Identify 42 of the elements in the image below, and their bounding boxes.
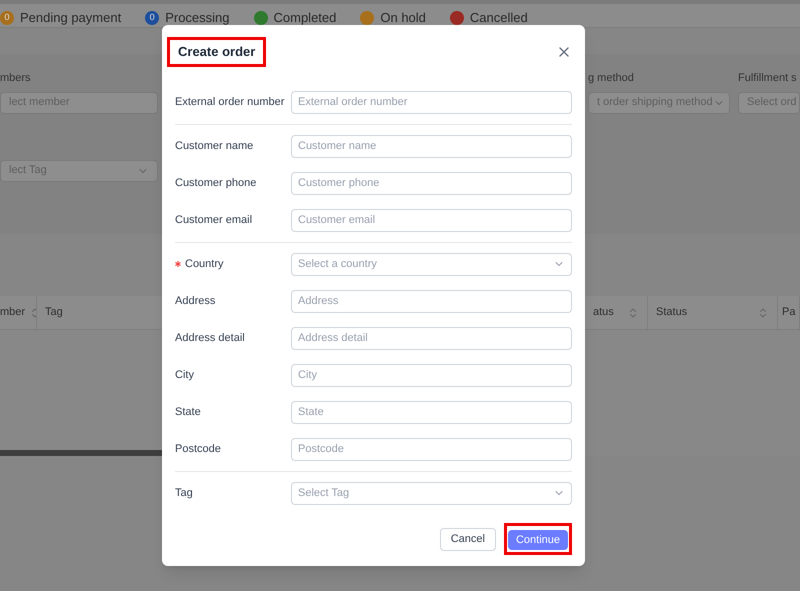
sort-icon[interactable]: [757, 306, 769, 318]
field-label: Address: [175, 294, 216, 309]
column-header: mber: [0, 305, 26, 320]
column-header: Status: [656, 305, 688, 320]
select-field[interactable]: Select Tag: [291, 482, 572, 504]
field-label: Customer name: [175, 138, 254, 154]
continue-button[interactable]: Continue: [508, 530, 568, 550]
input-field[interactable]: Customer email: [291, 208, 572, 232]
field-label: State: [175, 404, 201, 420]
filter-label: mbers: [0, 71, 31, 86]
count-badge: 0: [0, 10, 14, 25]
field-label: City: [175, 368, 194, 383]
input-field[interactable]: City: [291, 364, 572, 386]
input-field[interactable]: Address detail: [291, 326, 572, 350]
column-header: Pa: [782, 305, 796, 320]
field-label: Customer email: [175, 212, 252, 228]
column-header: atus: [593, 305, 614, 320]
cancel-button[interactable]: Cancel: [440, 528, 496, 550]
status-tab[interactable]: Completed: [274, 8, 336, 28]
select-field[interactable]: Select a country: [291, 252, 572, 276]
input-field[interactable]: State: [291, 400, 572, 424]
input-field[interactable]: Customer phone: [291, 172, 572, 194]
status-tab[interactable]: Cancelled: [470, 8, 528, 28]
status-tab[interactable]: Pending payment: [20, 8, 122, 28]
sort-icon[interactable]: [627, 306, 639, 318]
input-field[interactable]: External order number: [291, 90, 572, 114]
field-label: Address detail: [175, 330, 245, 346]
dialog-title: Create order: [167, 37, 266, 66]
field-label: Tag: [175, 486, 193, 501]
field-label: External order number: [175, 94, 284, 110]
field-label: Customer phone: [175, 176, 256, 191]
status-tab[interactable]: Processing: [165, 8, 230, 28]
field-label: Postcode: [175, 442, 221, 457]
filter-label: g method: [588, 71, 634, 86]
filter-label: Fulfillment s: [738, 71, 797, 86]
field-label: Country: [185, 256, 224, 272]
input-field[interactable]: Customer name: [291, 134, 572, 158]
input-field[interactable]: Postcode: [291, 438, 572, 460]
column-header: Tag: [45, 305, 63, 320]
status-tab[interactable]: On hold: [380, 8, 426, 28]
input-field[interactable]: Address: [291, 290, 572, 312]
count-badge: 0: [145, 10, 160, 25]
